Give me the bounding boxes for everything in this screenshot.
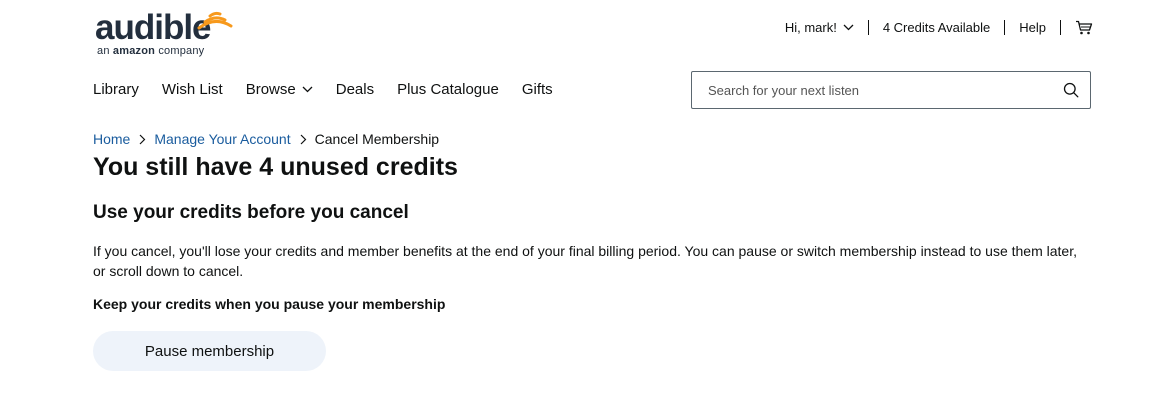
nav-plus-catalogue[interactable]: Plus Catalogue [397,81,499,98]
account-topbar: Hi, mark! 4 Credits Available Help [785,20,1093,35]
credits-link[interactable]: 4 Credits Available [883,20,990,35]
account-menu[interactable]: Hi, mark! [785,20,854,35]
chevron-right-icon [300,134,307,145]
audible-waves-icon [197,11,233,30]
nav-library[interactable]: Library [93,81,139,98]
keep-credits-heading: Keep your credits when you pause your me… [93,296,446,312]
help-link[interactable]: Help [1019,20,1046,35]
cart-icon [1076,20,1093,35]
breadcrumb-home[interactable]: Home [93,131,130,147]
nav-gifts[interactable]: Gifts [522,81,553,98]
breadcrumb-current: Cancel Membership [314,131,440,147]
logo-wordmark: audible [95,8,212,47]
audible-logo[interactable]: audible an amazon company [95,6,235,60]
section-heading: Use your credits before you cancel [93,202,409,223]
cart-button[interactable] [1075,20,1093,35]
breadcrumb: Home Manage Your Account Cancel Membersh… [93,131,439,147]
search-icon[interactable] [1063,82,1079,98]
chevron-down-icon [302,86,313,93]
topbar-divider [867,20,869,35]
search-box [691,71,1091,109]
nav-browse-label: Browse [245,81,296,98]
nav-wish-list[interactable]: Wish List [162,81,223,98]
topbar-divider [1004,20,1006,35]
search-input[interactable] [692,82,1048,98]
chevron-right-icon [139,134,146,145]
chevron-down-icon [843,24,854,31]
greeting-text: Hi, mark! [784,20,837,35]
pause-membership-button[interactable]: Pause membership [93,331,326,371]
main-nav: Library Wish List Browse Deals Plus Cata… [93,81,576,98]
nav-browse[interactable]: Browse [246,81,313,98]
logo-tagline: an amazon company [97,45,205,57]
breadcrumb-manage-account[interactable]: Manage Your Account [154,131,290,147]
page-title: You still have 4 unused credits [93,153,458,181]
topbar-divider [1060,20,1061,35]
nav-deals[interactable]: Deals [336,81,374,98]
cancel-explanation: If you cancel, you'll lose your credits … [93,243,1077,279]
